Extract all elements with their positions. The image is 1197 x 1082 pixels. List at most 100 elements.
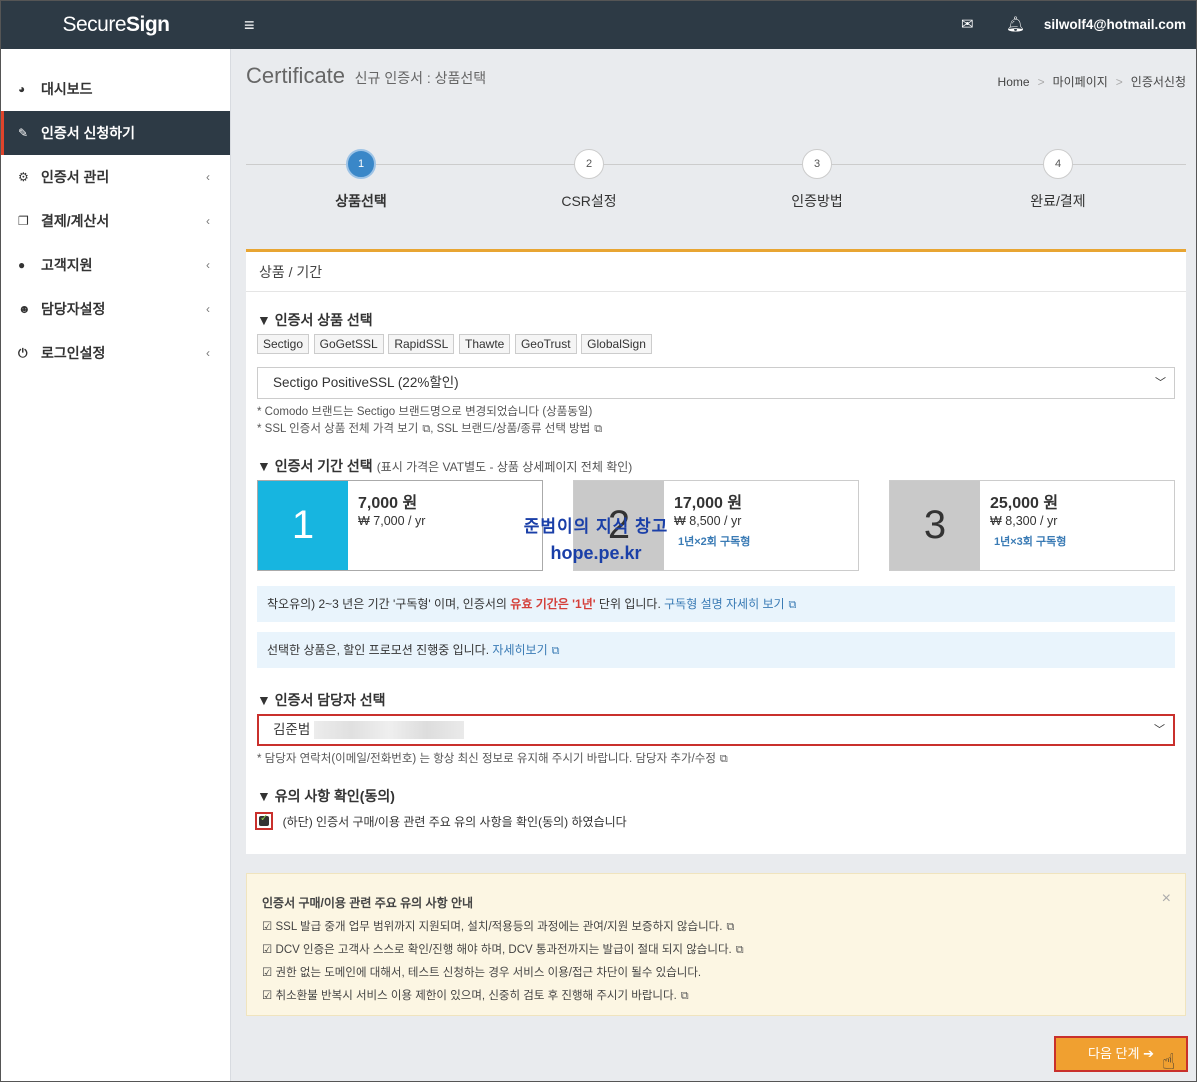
cogs-icon: ⚙ <box>18 170 29 184</box>
check-square-icon: ☑ <box>262 967 273 979</box>
chevron-left-icon: ‹ <box>206 346 210 360</box>
period-note: (표시 가격은 VAT별도 - 상품 상세페이지 전체 확인) <box>376 460 633 474</box>
redacted-contact-info <box>314 721 465 740</box>
chevron-left-icon: ‹ <box>206 258 210 272</box>
main-content: Certificate 신규 인증서 : 상품선택 Home > 마이페이지 > 인증서… <box>232 49 1196 1081</box>
sidebar-item-label: 담당자설정 <box>41 301 106 317</box>
period-price-per-year: ₩ 8,300 / yr <box>990 514 1058 528</box>
product-select[interactable]: Sectigo PositiveSSL (22%할인) ﹀ <box>257 367 1175 399</box>
external-link-icon[interactable]: ⧉ <box>594 423 602 435</box>
product-select-value: Sectigo PositiveSSL (22%할인) <box>273 375 459 390</box>
agree-section-title: ▼ 유의 사항 확인(동의) <box>257 788 395 804</box>
breadcrumb-current: 인증서신청 <box>1130 75 1186 89</box>
step-number: 4 <box>1043 149 1073 179</box>
notice-title: 인증서 구매/이용 관련 주요 유의 사항 안내 <box>262 896 474 910</box>
breadcrumb-mypage[interactable]: 마이페이지 <box>1053 75 1108 89</box>
promotion-detail-link[interactable]: 자세히보기 <box>492 643 547 657</box>
external-link-icon[interactable]: ⧉ <box>726 921 734 933</box>
envelope-icon[interactable]: ✉ <box>961 15 974 33</box>
brand-guide-link[interactable]: , SSL 브랜드/상품/종류 선택 방법 <box>430 423 590 435</box>
contact-select-value: 김준범 <box>273 722 311 737</box>
external-link-icon[interactable]: ⧉ <box>681 990 689 1002</box>
sidebar-item-certificate-management[interactable]: ⚙ 인증서 관리 ‹ <box>1 155 230 199</box>
page-subtitle: 신규 인증서 : 상품선택 <box>354 70 487 86</box>
step-number: 2 <box>574 149 604 179</box>
sidebar-item-contacts[interactable]: ☻ 담당자설정 ‹ <box>1 287 230 331</box>
watermark-line2: hope.pe.kr <box>550 543 642 563</box>
sidebar-item-label: 인증서 관리 <box>41 169 110 185</box>
step-product-select: 1 상품선택 <box>301 149 421 211</box>
product-section-title: ▼ 인증서 상품 선택 <box>257 312 373 328</box>
step-label: 상품선택 <box>335 193 387 209</box>
brand-button-geotrust[interactable]: GeoTrust <box>514 334 577 354</box>
watermark-line1: 준범이의 지식 창고 <box>523 517 669 536</box>
brand-button-sectigo[interactable]: Sectigo <box>257 334 310 354</box>
comments-icon: ● <box>18 258 26 272</box>
user-email[interactable]: silwolf4@hotmail.com <box>1044 17 1186 32</box>
notice-line: ☑ SSL 발급 중개 업무 범위까지 지원되며, 설치/적용등의 과정에는 관… <box>262 921 735 933</box>
step-label: CSR설정 <box>561 193 617 209</box>
brand-filter-buttons: Sectigo GoGetSSL RapidSSL Thawte GeoTrus… <box>257 334 653 354</box>
period-price: 17,000 원 <box>674 495 743 512</box>
contact-select[interactable]: 김준범 ﹀ <box>257 714 1175 746</box>
hamburger-icon[interactable]: ≡ <box>244 15 255 36</box>
step-label: 인증방법 <box>791 193 843 209</box>
chevron-left-icon: ‹ <box>206 170 210 184</box>
dashboard-icon: ◕ <box>18 82 26 96</box>
period-price: 7,000 원 <box>358 495 418 512</box>
step-label: 완료/결제 <box>1030 193 1086 209</box>
brand-button-gogetssl[interactable]: GoGetSSL <box>313 334 384 354</box>
notice-line: ☑ DCV 인증은 고객사 스스로 확인/진행 해야 하며, DCV 통과전까지… <box>262 944 744 956</box>
page-header: Certificate 신규 인증서 : 상품선택 <box>246 63 486 89</box>
breadcrumb-home[interactable]: Home <box>998 75 1030 89</box>
page-title: Certificate <box>246 63 346 88</box>
close-icon[interactable]: × <box>1162 890 1171 908</box>
sidebar-item-label: 고객지원 <box>41 257 93 273</box>
external-link-icon[interactable]: ⧉ <box>552 645 560 657</box>
chevron-left-icon: ‹ <box>206 214 210 228</box>
period-number: 1 <box>258 481 348 570</box>
step-complete-payment: 4 완료/결제 <box>998 149 1118 211</box>
product-hint-brand: * Comodo 브랜드는 Sectigo 브랜드명으로 변경되었습니다 (상품… <box>257 406 593 418</box>
sidebar-item-apply-certificate[interactable]: ✎ 인증서 신청하기 <box>1 111 230 155</box>
period-price: 25,000 원 <box>990 495 1059 512</box>
period-option-3year[interactable]: 3 25,000 원 ₩ 8,300 / yr 1년×3회 구독형 <box>889 480 1175 571</box>
panel-header: 상품 / 기간 <box>246 252 1186 292</box>
chevron-down-icon: ﹀ <box>1155 377 1166 389</box>
sidebar-item-billing[interactable]: ❐ 결제/계산서 ‹ <box>1 199 230 243</box>
sidebar-item-label: 인증서 신청하기 <box>41 125 136 141</box>
sidebar-item-label: 로그인설정 <box>41 345 106 361</box>
subscription-detail-link[interactable]: 구독형 설명 자세히 보기 <box>664 597 784 611</box>
period-option-1year[interactable]: 1 7,000 원 ₩ 7,000 / yr <box>257 480 543 571</box>
sidebar-item-support[interactable]: ● 고객지원 ‹ <box>1 243 230 287</box>
sidebar-item-label: 결제/계산서 <box>41 213 110 229</box>
breadcrumb: Home > 마이페이지 > 인증서신청 <box>997 75 1186 89</box>
external-link-icon[interactable]: ⧉ <box>720 753 728 765</box>
watermark-overlay: 준범이의 지식 창고 hope.pe.kr <box>516 514 676 566</box>
agree-label[interactable]: (하단) 인증서 구매/이용 관련 주요 유의 사항을 확인(동의) 하였습니다 <box>283 815 627 829</box>
period-subscription-note: 1년×3회 구독형 <box>994 536 1067 548</box>
external-link-icon[interactable]: ⧉ <box>789 599 797 611</box>
notice-box: × 인증서 구매/이용 관련 주요 유의 사항 안내 ☑ SSL 발급 중개 업… <box>246 873 1186 1016</box>
contact-section-title: ▼ 인증서 담당자 선택 <box>257 692 386 708</box>
sidebar-item-login-settings[interactable]: ⏻ 로그인설정 ‹ <box>1 331 230 375</box>
brand-button-thawte[interactable]: Thawte <box>458 334 511 354</box>
step-number: 3 <box>802 149 832 179</box>
edit-icon: ✎ <box>18 126 29 140</box>
price-list-link[interactable]: * SSL 인증서 상품 전체 가격 보기 <box>257 423 418 435</box>
period-subscription-note: 1년×2회 구독형 <box>678 536 751 548</box>
bell-icon[interactable]: 🔔︎ <box>1006 15 1025 33</box>
external-link-icon[interactable]: ⧉ <box>736 944 744 956</box>
brand-button-rapidssl[interactable]: RapidSSL <box>388 334 455 354</box>
contact-hint: * 담당자 연락처(이메일/전화번호) 는 항상 최신 정보로 유지해 주시기 … <box>257 753 728 765</box>
sidebar: ◕ 대시보드 ✎ 인증서 신청하기 ⚙ 인증서 관리 ‹ ❐ 결제/계산서 ‹ … <box>1 49 231 1081</box>
agree-checkbox[interactable] <box>255 812 273 830</box>
check-square-icon: ☑ <box>262 990 273 1002</box>
progress-stepper: 1 상품선택 2 CSR설정 3 인증방법 4 완료/결제 <box>246 149 1186 219</box>
agree-row: (하단) 인증서 구매/이용 관련 주요 유의 사항을 확인(동의) 하였습니다 <box>255 812 627 830</box>
step-csr: 2 CSR설정 <box>529 149 649 211</box>
brand-button-globalsign[interactable]: GlobalSign <box>581 334 652 354</box>
period-price-per-year: ₩ 8,500 / yr <box>674 514 742 528</box>
brand-logo[interactable]: SecureSign <box>1 1 231 49</box>
sidebar-item-dashboard[interactable]: ◕ 대시보드 <box>1 67 230 111</box>
